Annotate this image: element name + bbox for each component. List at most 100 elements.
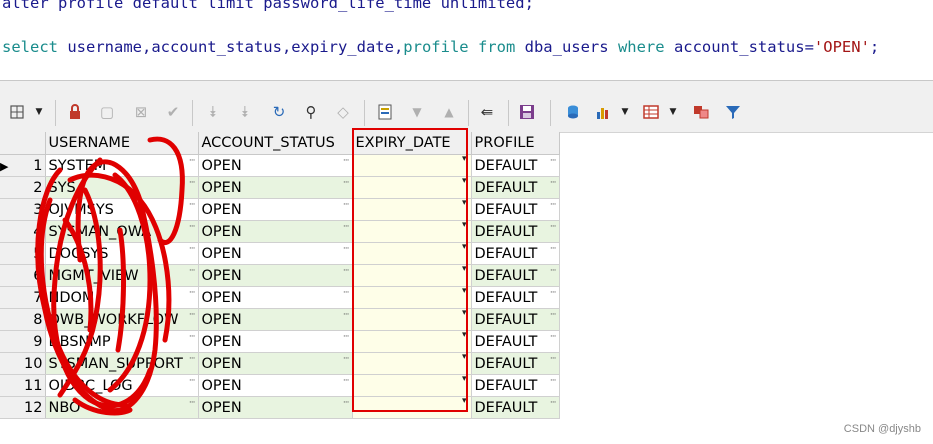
dropdown-icon[interactable]: ▾ xyxy=(462,177,467,187)
ellipsis-icon[interactable]: ··· xyxy=(343,178,350,188)
up-arrow-icon[interactable]: ▲ xyxy=(438,101,460,123)
chevron-down-icon[interactable]: ▼ xyxy=(668,101,678,123)
cell-profile[interactable]: DEFAULT ··· xyxy=(471,352,560,375)
dropdown-icon[interactable]: ▾ xyxy=(462,265,467,275)
cell-username[interactable]: DBSNMP ··· xyxy=(45,330,199,353)
cell-account-status[interactable]: OPEN ··· xyxy=(198,154,353,177)
ellipsis-icon[interactable]: ··· xyxy=(550,354,557,364)
dropdown-icon[interactable]: ▾ xyxy=(462,287,467,297)
ellipsis-icon[interactable]: ··· xyxy=(189,200,196,210)
cell-expiry-date[interactable]: ▾ xyxy=(352,176,472,199)
cell-expiry-date[interactable]: ▾ xyxy=(352,242,472,265)
cell-account-status[interactable]: OPEN ··· xyxy=(198,242,353,265)
export-link-icon[interactable]: ⇚ xyxy=(476,101,498,123)
table-row[interactable]: 7 NDOM ··· OPEN ··· ▾ DEFAULT ··· xyxy=(0,286,560,309)
ellipsis-icon[interactable]: ··· xyxy=(189,244,196,254)
save-icon[interactable] xyxy=(516,101,538,123)
table-icon[interactable] xyxy=(640,101,662,123)
cell-expiry-date[interactable]: ▾ xyxy=(352,286,472,309)
table-row[interactable]: 8 OWB_WORKFLOW ··· OPEN ··· ▾ DEFAULT ··· xyxy=(0,308,560,331)
cell-username[interactable]: SYSMAN_SUPPORT ··· xyxy=(45,352,199,375)
find-icon[interactable]: ⚲ xyxy=(300,101,322,123)
dropdown-icon[interactable]: ▾ xyxy=(462,199,467,209)
single-record-icon[interactable] xyxy=(374,101,396,123)
last-page-icon[interactable]: ⯯ xyxy=(234,101,256,123)
cell-account-status[interactable]: OPEN ··· xyxy=(198,198,353,221)
cell-profile[interactable]: DEFAULT ··· xyxy=(471,330,560,353)
table-row[interactable]: 12 NBO ··· OPEN ··· ▾ DEFAULT ··· xyxy=(0,396,560,419)
cell-account-status[interactable]: OPEN ··· xyxy=(198,176,353,199)
cell-expiry-date[interactable]: ▾ xyxy=(352,198,472,221)
add-row-icon[interactable]: ▢ xyxy=(96,101,118,123)
refresh-icon[interactable]: ↻ xyxy=(268,101,290,123)
cell-account-status[interactable]: OPEN ··· xyxy=(198,352,353,375)
chevron-down-icon[interactable]: ▼ xyxy=(620,101,630,123)
query-icon[interactable] xyxy=(562,101,584,123)
ellipsis-icon[interactable]: ··· xyxy=(343,156,350,166)
ellipsis-icon[interactable]: ··· xyxy=(550,398,557,408)
dropdown-icon[interactable]: ▾ xyxy=(462,221,467,231)
results-grid[interactable]: USERNAME ACCOUNT_STATUS EXPIRY_DATE PROF… xyxy=(0,132,560,419)
column-header-expiry-date[interactable]: EXPIRY_DATE xyxy=(352,132,472,155)
ellipsis-icon[interactable]: ··· xyxy=(343,332,350,342)
cell-profile[interactable]: DEFAULT ··· xyxy=(471,242,560,265)
ellipsis-icon[interactable]: ··· xyxy=(343,398,350,408)
ellipsis-icon[interactable]: ··· xyxy=(343,244,350,254)
table-row[interactable]: 11 OJDBC_LOG ··· OPEN ··· ▾ DEFAULT ··· xyxy=(0,374,560,397)
cell-profile[interactable]: DEFAULT ··· xyxy=(471,374,560,397)
cell-expiry-date[interactable]: ▾ xyxy=(352,396,472,419)
cell-account-status[interactable]: OPEN ··· xyxy=(198,330,353,353)
cell-expiry-date[interactable]: ▾ xyxy=(352,330,472,353)
cell-expiry-date[interactable]: ▾ xyxy=(352,264,472,287)
dropdown-icon[interactable]: ▾ xyxy=(462,309,467,319)
ellipsis-icon[interactable]: ··· xyxy=(189,156,196,166)
cell-profile[interactable]: DEFAULT ··· xyxy=(471,198,560,221)
dropdown-icon[interactable]: ▾ xyxy=(462,375,467,385)
ellipsis-icon[interactable]: ··· xyxy=(550,266,557,276)
first-page-icon[interactable]: ⯯ xyxy=(202,101,224,123)
cell-username[interactable]: MGMT_VIEW ··· xyxy=(45,264,199,287)
dropdown-icon[interactable]: ▾ xyxy=(462,397,467,407)
ellipsis-icon[interactable]: ··· xyxy=(189,266,196,276)
lock-icon[interactable] xyxy=(64,101,86,123)
cell-username[interactable]: NDOM ··· xyxy=(45,286,199,309)
cell-expiry-date[interactable]: ▾ xyxy=(352,308,472,331)
cell-username[interactable]: SYSMAN_OWA ··· xyxy=(45,220,199,243)
ellipsis-icon[interactable]: ··· xyxy=(189,310,196,320)
cell-profile[interactable]: DEFAULT ··· xyxy=(471,396,560,419)
table-row[interactable]: 4 SYSMAN_OWA ··· OPEN ··· ▾ DEFAULT ··· xyxy=(0,220,560,243)
filter-icon[interactable] xyxy=(722,101,744,123)
ellipsis-icon[interactable]: ··· xyxy=(343,266,350,276)
cell-account-status[interactable]: OPEN ··· xyxy=(198,220,353,243)
ellipsis-icon[interactable]: ··· xyxy=(343,288,350,298)
cell-username[interactable]: SYS ··· xyxy=(45,176,199,199)
dropdown-icon[interactable]: ▾ xyxy=(462,243,467,253)
table-row[interactable]: 3 OJVMSYS ··· OPEN ··· ▾ DEFAULT ··· xyxy=(0,198,560,221)
ellipsis-icon[interactable]: ··· xyxy=(343,200,350,210)
cell-username[interactable]: OWB_WORKFLOW ··· xyxy=(45,308,199,331)
cell-profile[interactable]: DEFAULT ··· xyxy=(471,220,560,243)
ellipsis-icon[interactable]: ··· xyxy=(550,288,557,298)
cell-expiry-date[interactable]: ▾ xyxy=(352,154,472,177)
cell-account-status[interactable]: OPEN ··· xyxy=(198,374,353,397)
table-row[interactable]: 6 MGMT_VIEW ··· OPEN ··· ▾ DEFAULT ··· xyxy=(0,264,560,287)
table-row[interactable]: 5 DOCSYS ··· OPEN ··· ▾ DEFAULT ··· xyxy=(0,242,560,265)
cell-profile[interactable]: DEFAULT ··· xyxy=(471,286,560,309)
cell-expiry-date[interactable]: ▾ xyxy=(352,374,472,397)
ellipsis-icon[interactable]: ··· xyxy=(189,398,196,408)
ellipsis-icon[interactable]: ··· xyxy=(189,376,196,386)
ellipsis-icon[interactable]: ··· xyxy=(550,332,557,342)
ellipsis-icon[interactable]: ··· xyxy=(550,310,557,320)
table-row[interactable]: 2 SYS ··· OPEN ··· ▾ DEFAULT ··· xyxy=(0,176,560,199)
ellipsis-icon[interactable]: ··· xyxy=(189,288,196,298)
ellipsis-icon[interactable]: ··· xyxy=(189,178,196,188)
ellipsis-icon[interactable]: ··· xyxy=(550,222,557,232)
ellipsis-icon[interactable]: ··· xyxy=(189,222,196,232)
table-row[interactable]: ▶ 1 SYSTEM ··· OPEN ··· ▾ DEFAULT ··· xyxy=(0,154,560,177)
down-arrow-icon[interactable]: ▼ xyxy=(406,101,428,123)
ellipsis-icon[interactable]: ··· xyxy=(343,376,350,386)
ellipsis-icon[interactable]: ··· xyxy=(550,178,557,188)
cell-username[interactable]: NBO ··· xyxy=(45,396,199,419)
column-header-username[interactable]: USERNAME xyxy=(45,132,199,155)
cell-account-status[interactable]: OPEN ··· xyxy=(198,308,353,331)
